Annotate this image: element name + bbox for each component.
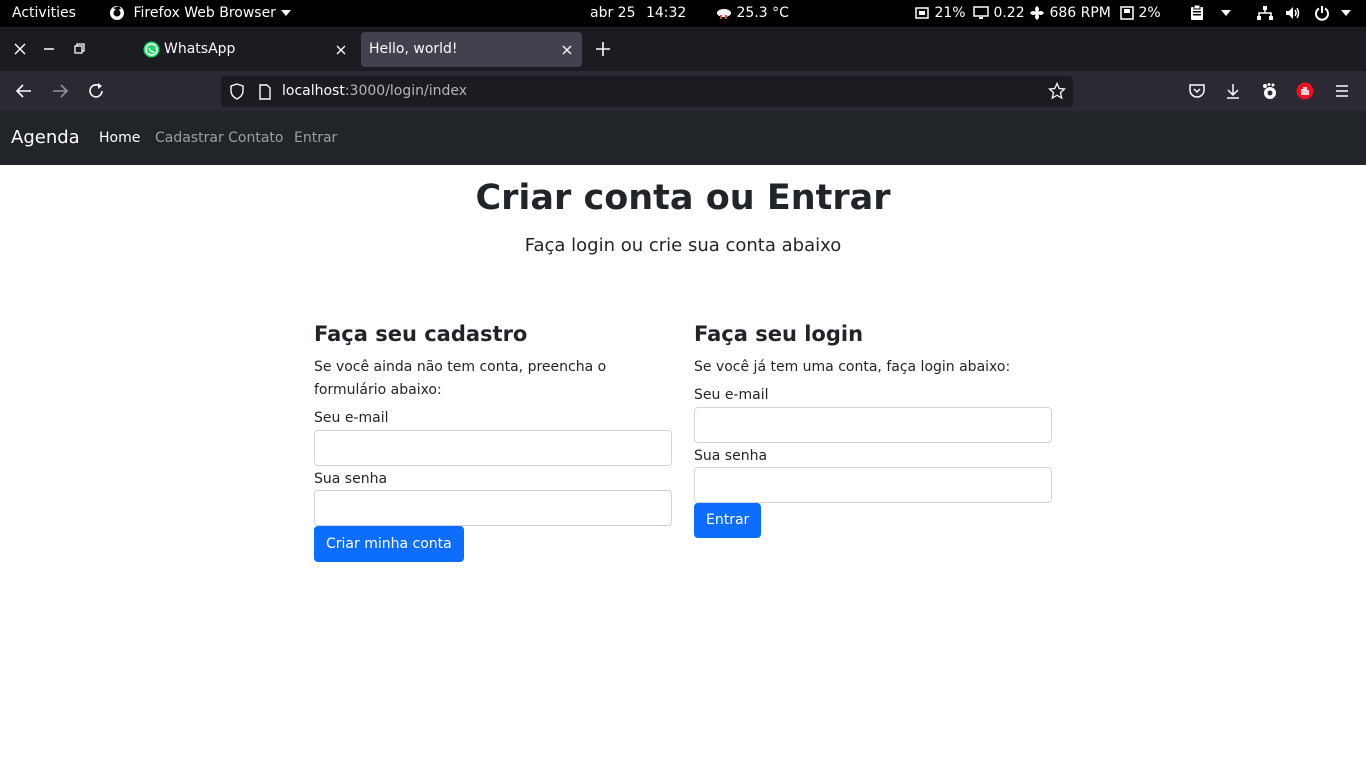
register-title: Faça seu cadastro: [314, 322, 528, 346]
minimize-window-icon[interactable]: [39, 39, 59, 59]
nav-link-cadastrar-contato[interactable]: Cadastrar Contato: [155, 111, 283, 165]
activities-button[interactable]: Activities: [12, 0, 76, 27]
date: abr 25: [590, 5, 636, 21]
extension-adblock-icon[interactable]: [1296, 82, 1314, 100]
tab-label: Hello, world!: [369, 41, 458, 57]
register-email-label: Seu e-mail: [314, 410, 389, 426]
cpu-indicator[interactable]: 21%: [914, 0, 966, 27]
pocket-icon[interactable]: [1188, 82, 1206, 100]
monitor-icon: [973, 5, 993, 21]
power-icon: [1314, 5, 1334, 21]
url-bar[interactable]: localhost:3000/login/index: [221, 76, 1073, 107]
fan-indicator[interactable]: 686 RPM: [1029, 0, 1111, 27]
close-window-icon[interactable]: [10, 39, 30, 59]
cpu-icon: [914, 5, 934, 21]
chevron-down-icon: [1340, 5, 1352, 21]
clipboard-icon: [1190, 5, 1208, 21]
tab-strip: WhatsApp Hello, world!: [0, 27, 1366, 71]
register-password-label: Sua senha: [314, 471, 388, 487]
system-menu[interactable]: [1257, 0, 1352, 27]
login-email-field[interactable]: [694, 407, 1052, 443]
fan-icon: [1029, 5, 1049, 21]
clipboard-indicator[interactable]: [1190, 0, 1232, 27]
register-description: Se você ainda não tem conta, preencha o …: [314, 359, 607, 398]
restore-window-icon[interactable]: [69, 39, 89, 59]
forward-icon[interactable]: [51, 82, 69, 100]
tab-whatsapp[interactable]: WhatsApp: [134, 32, 356, 67]
firefox-icon: [109, 5, 129, 21]
extension-gnome-icon[interactable]: [1260, 82, 1278, 100]
page-subtitle: Faça login ou crie sua conta abaixo: [524, 235, 842, 256]
page-icon[interactable]: [258, 84, 272, 104]
back-icon[interactable]: [15, 82, 33, 100]
url-host: localhost: [282, 83, 345, 99]
weather-indicator[interactable]: 25.3 °C: [716, 0, 789, 27]
tab-label: WhatsApp: [164, 41, 236, 57]
load-indicator[interactable]: 0.22: [973, 0, 1025, 27]
nav-link-entrar[interactable]: Entrar: [294, 111, 337, 165]
login-description: Se você já tem uma conta, faça login aba…: [694, 359, 1011, 375]
download-icon[interactable]: [1224, 82, 1242, 100]
shield-icon[interactable]: [229, 83, 245, 104]
url-text[interactable]: localhost:3000/login/index: [282, 76, 467, 107]
chevron-down-icon: [1220, 5, 1232, 21]
nav-link-home[interactable]: Home: [99, 111, 140, 165]
chevron-down-icon: [280, 5, 292, 21]
hamburger-menu-icon[interactable]: [1333, 82, 1351, 100]
url-path: :3000/login/index: [344, 83, 468, 99]
login-button[interactable]: Entrar: [694, 503, 762, 538]
tab-hello-world[interactable]: Hello, world!: [361, 32, 582, 67]
login-title: Faça seu login: [694, 322, 864, 346]
login-section: Faça seu login Se você já tem uma conta,…: [694, 318, 1052, 538]
app-navbar: Agenda Home Cadastrar Contato Entrar: [0, 111, 1366, 165]
login-password-label: Sua senha: [694, 448, 768, 464]
fan-value: 686 RPM: [1049, 5, 1111, 21]
system-top-bar: Activities Firefox Web Browser abr 25 14…: [0, 0, 1366, 27]
bookmark-star-icon[interactable]: [1047, 81, 1067, 104]
register-section: Faça seu cadastro Se você ainda não tem …: [314, 318, 672, 562]
login-email-label: Seu e-mail: [694, 387, 769, 403]
close-tab-icon[interactable]: [334, 43, 348, 57]
clock[interactable]: abr 25 14:32: [590, 0, 686, 27]
app-menu-label: Firefox Web Browser: [133, 5, 276, 21]
navbar-brand[interactable]: Agenda: [11, 111, 80, 165]
temperature-value: 25.3 °C: [736, 5, 789, 21]
reload-icon[interactable]: [87, 82, 105, 100]
whatsapp-icon: [143, 41, 160, 62]
register-email-field[interactable]: [314, 430, 672, 466]
disk-value: 2%: [1138, 5, 1161, 21]
cpu-value: 21%: [934, 5, 966, 21]
load-value: 0.22: [993, 5, 1025, 21]
disk-indicator[interactable]: 2%: [1120, 0, 1161, 27]
volume-icon: [1285, 5, 1305, 21]
new-tab-icon[interactable]: [594, 40, 612, 58]
page-title: Criar conta ou Entrar: [475, 178, 891, 218]
login-password-field[interactable]: [694, 467, 1052, 503]
weather-icon: [716, 5, 736, 21]
navigation-toolbar: localhost:3000/login/index: [0, 71, 1366, 111]
app-menu[interactable]: Firefox Web Browser: [109, 0, 292, 27]
register-password-field[interactable]: [314, 490, 672, 526]
create-account-button[interactable]: Criar minha conta: [314, 526, 464, 562]
time: 14:32: [645, 5, 687, 21]
disk-icon: [1120, 5, 1138, 21]
close-tab-icon[interactable]: [560, 43, 574, 57]
network-icon: [1257, 5, 1277, 21]
